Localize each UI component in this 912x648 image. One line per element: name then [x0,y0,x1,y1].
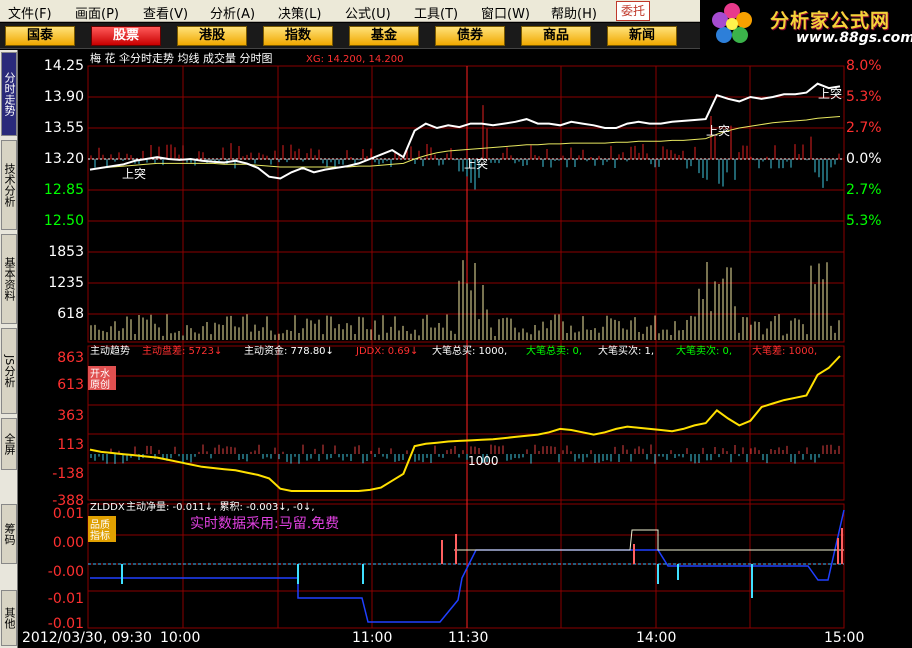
price-y-label: 13.55 [44,120,84,136]
trend-marker: 1000 [468,454,499,468]
time-axis-label: 11:00 [352,630,392,646]
price-y-label: 13.20 [44,151,84,167]
price-y-label: 12.50 [44,213,84,229]
trend-stat: 大笔卖次: 0, [676,344,732,357]
pct-label: 2.7% [846,182,882,198]
trend-stat: 主动资金: 778.80↓ [244,344,334,357]
price-panel-title: 梅 花 伞分时走势 均线 成交量 分时图 [90,51,272,65]
side-tab-chips[interactable]: 筹码 [1,504,17,564]
trend-stat: 大笔总卖: 0, [526,344,582,357]
signal-label: 上突 [818,86,842,101]
volume-y-label: 1853 [48,244,84,260]
left-sidebar: 分时走势 技术分析 基本资料 JS分析 全屏 筹码 其他 [0,50,18,648]
signal-label: 上突 [706,123,730,138]
tab-hk-stocks[interactable]: 港股 [177,26,247,46]
trend-badge-text: 开水 [90,368,110,380]
menu-view-screen[interactable]: 画面(P) [75,3,119,22]
trend-title: 主动趋势 [90,344,130,357]
menu-help[interactable]: 帮助(H) [551,3,597,22]
menu-view[interactable]: 查看(V) [143,3,188,22]
entrust-button[interactable]: 委托 [616,1,650,21]
net-y-label: 0.00 [53,535,84,551]
market-tabs: 国泰 股票 港股 指数 基金 债券 商品 新闻 [0,23,700,49]
logo-url: www.88gs.com [796,30,912,46]
logo-text: 分析家公式网 [770,10,891,32]
net-badge-text: 品质 [90,519,110,531]
tab-index[interactable]: 指数 [263,26,333,46]
trend-y-label: 363 [57,408,84,424]
data-source-notice: 实时数据采用:马留.免费 [190,516,339,532]
pct-label: 5.3% [846,213,882,229]
flower-logo-icon [712,3,752,43]
volume-y-label: 1235 [48,275,84,291]
time-axis-label: 11:30 [448,630,488,646]
side-tab-intraday[interactable]: 分时走势 [1,52,17,136]
pct-label: 2.7% [846,120,882,136]
net-y-label: 0.01 [53,506,84,522]
price-y-label: 13.90 [44,89,84,105]
time-axis-label: 10:00 [160,630,200,646]
time-axis-label: 2012/03/30, 09:30 [22,630,152,646]
trend-y-label: 113 [57,437,84,453]
tab-guotai[interactable]: 国泰 [5,26,75,46]
trend-y-label: -138 [52,466,84,482]
trend-panel-frame [87,345,845,501]
signal-label: 上突 [464,156,488,171]
time-axis-label: 15:00 [824,630,864,646]
trend-stat: 主动盘差: 5723↓ [142,344,222,357]
side-tab-fullscreen[interactable]: 全屏 [1,418,17,470]
menu-window[interactable]: 窗口(W) [481,3,530,22]
price-panel-xg: XG: 14.200, 14.200 [306,54,404,65]
ddx-bars [90,105,840,190]
net-badge-text: 指标 [90,529,110,542]
price-y-label: 12.85 [44,182,84,198]
tab-funds[interactable]: 基金 [349,26,419,46]
intraday-chart[interactable]: 梅 花 伞分时走势 均线 成交量 分时图 XG: 14.200, 14.200 … [18,50,912,648]
trend-y-label: 863 [57,350,84,366]
pct-label: 5.3% [846,89,882,105]
tab-commodities[interactable]: 商品 [521,26,591,46]
menu-file[interactable]: 文件(F) [8,3,52,22]
trend-stat: 大笔差: 1000, [752,344,817,357]
trend-flow-bars [90,444,840,464]
volume-y-label: 618 [57,306,84,322]
net-volume-line [454,529,844,551]
price-y-label: 14.25 [44,58,84,74]
tab-stocks[interactable]: 股票 [91,26,161,46]
side-tab-other[interactable]: 其他 [1,590,17,646]
trend-panel-title: 主动趋势 主动盘差: 5723↓ 主动资金: 778.80↓ JDDX: 0.6… [90,344,817,357]
trend-stat: JDDX: 0.69↓ [355,346,418,357]
site-logo: 分析家公式网 www.88gs.com [700,0,912,48]
net-panel-title: 主动净量: -0.011↓, 累积: -0.003↓, -0↓, [126,500,315,513]
side-tab-fundamentals[interactable]: 基本资料 [1,234,17,324]
side-tab-technical[interactable]: 技术分析 [1,140,17,230]
trend-badge-text: 原创 [90,378,110,391]
menu-formula[interactable]: 公式(U) [345,3,391,22]
menu-decision[interactable]: 决策(L) [278,3,321,22]
signal-label: 上突 [122,166,146,181]
tab-bonds[interactable]: 债券 [435,26,505,46]
menu-analysis[interactable]: 分析(A) [210,3,255,22]
net-y-label: -0.00 [48,564,84,580]
trend-stat: 大笔买次: 1, [598,344,654,357]
pct-label: 0.0% [846,151,882,167]
net-indicator-name: ZLDDX [90,502,125,513]
net-y-label: -0.01 [48,591,84,607]
trend-stat: 大笔总买: 1000, [432,344,507,357]
pct-label: 8.0% [846,58,882,74]
menu-tools[interactable]: 工具(T) [414,3,458,22]
trend-y-label: 613 [57,377,84,393]
side-tab-js-analysis[interactable]: JS分析 [1,328,17,414]
volume-bars [90,260,840,340]
time-axis-label: 14:00 [636,630,676,646]
tab-news[interactable]: 新闻 [607,26,677,46]
